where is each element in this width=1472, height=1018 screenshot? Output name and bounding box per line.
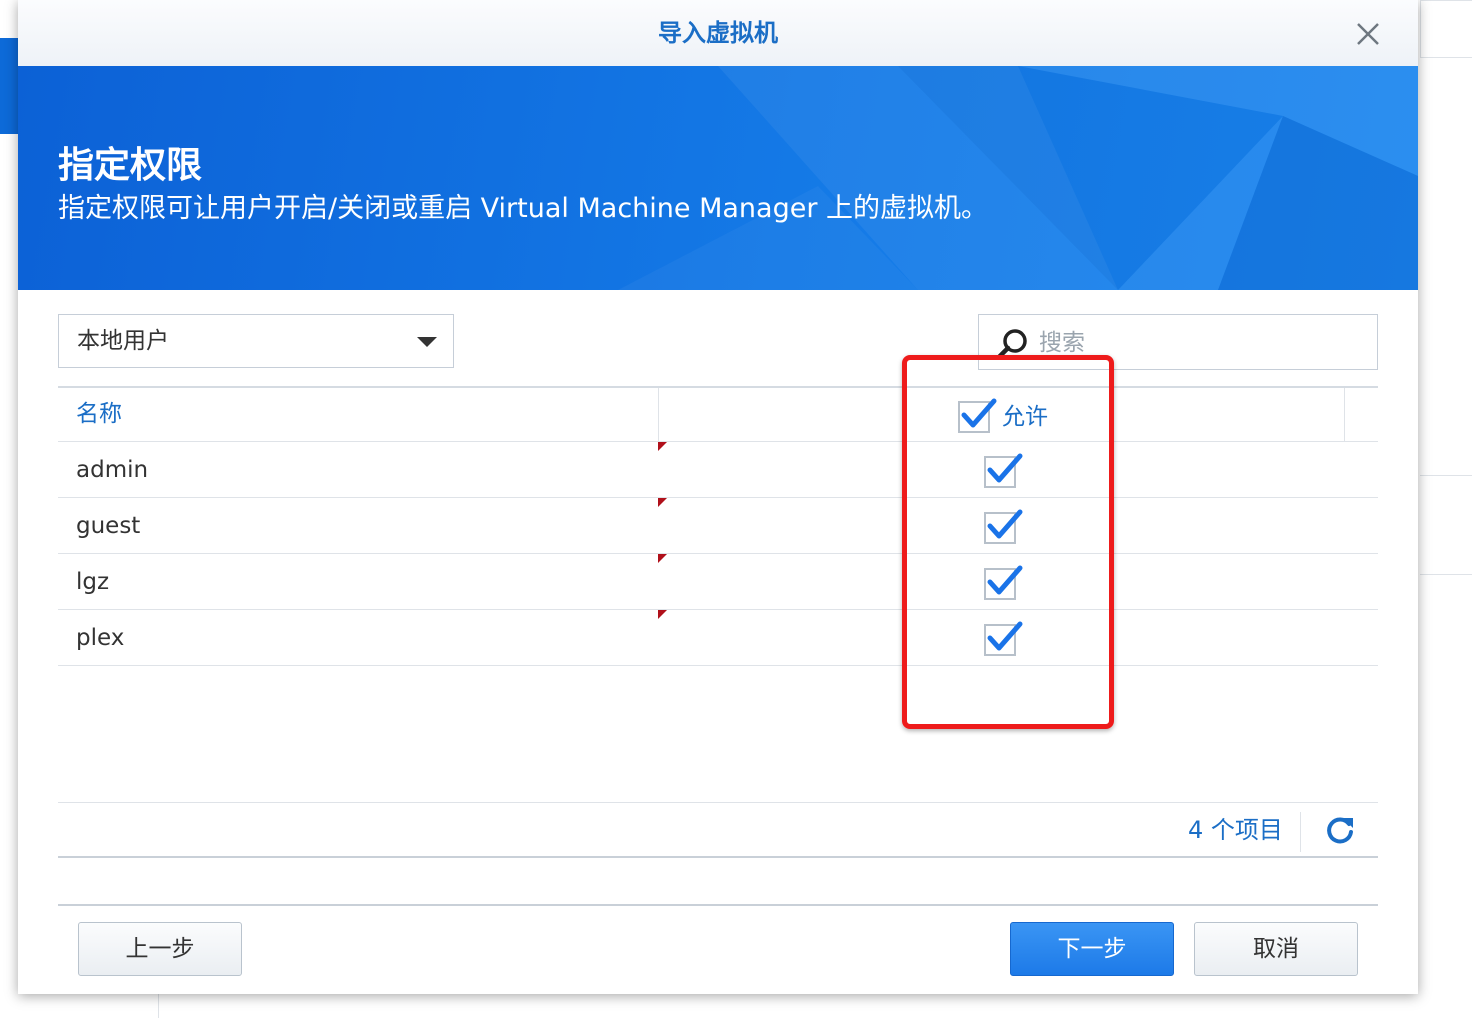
grid-header: 名称 允许 (58, 388, 1378, 442)
modified-marker (658, 442, 667, 451)
background-panel (1420, 0, 1472, 58)
user-name: plex (76, 625, 125, 651)
step-description: 指定权限可让用户开启/关闭或重启 Virtual Machine Manager… (58, 193, 989, 224)
table-row[interactable]: lgz (58, 554, 1378, 610)
pager-separator (1300, 812, 1301, 852)
table-row[interactable]: plex (58, 610, 1378, 666)
user-name: lgz (76, 569, 110, 595)
user-name: guest (76, 513, 141, 539)
dialog-title: 导入虚拟机 (658, 19, 778, 47)
next-button[interactable]: 下一步 (1010, 922, 1174, 976)
modified-marker (658, 498, 667, 507)
item-count: 4 个项目 (1188, 816, 1283, 844)
background-app-bar (0, 38, 18, 134)
wizard-banner: 指定权限 指定权限可让用户开启/关闭或重启 Virtual Machine Ma… (18, 66, 1418, 290)
column-header-name[interactable]: 名称 (76, 388, 122, 440)
modified-marker (658, 610, 667, 619)
background-panel (1420, 475, 1472, 575)
close-button[interactable] (1350, 16, 1386, 52)
back-button[interactable]: 上一步 (78, 922, 242, 976)
user-type-select[interactable]: 本地用户 (58, 314, 454, 368)
step-title: 指定权限 (58, 145, 203, 186)
modified-marker (658, 554, 667, 563)
table-row[interactable]: admin (58, 442, 1378, 498)
user-name: admin (76, 457, 149, 483)
user-type-select-value: 本地用户 (77, 328, 169, 354)
column-separator (1344, 388, 1345, 441)
grid-bottom-border (58, 802, 1378, 803)
close-icon (1357, 23, 1379, 45)
dialog-titlebar: 导入虚拟机 (18, 0, 1418, 66)
cancel-button[interactable]: 取消 (1194, 922, 1358, 976)
table-row[interactable]: guest (58, 498, 1378, 554)
column-separator (658, 388, 659, 441)
chevron-down-icon (417, 337, 437, 347)
background-divider (158, 994, 159, 1018)
banner-decoration (618, 66, 1418, 290)
highlight-annotation (902, 355, 1114, 729)
actions-divider (58, 904, 1378, 906)
grid-footer-border (58, 856, 1378, 858)
refresh-icon[interactable] (1324, 814, 1356, 846)
